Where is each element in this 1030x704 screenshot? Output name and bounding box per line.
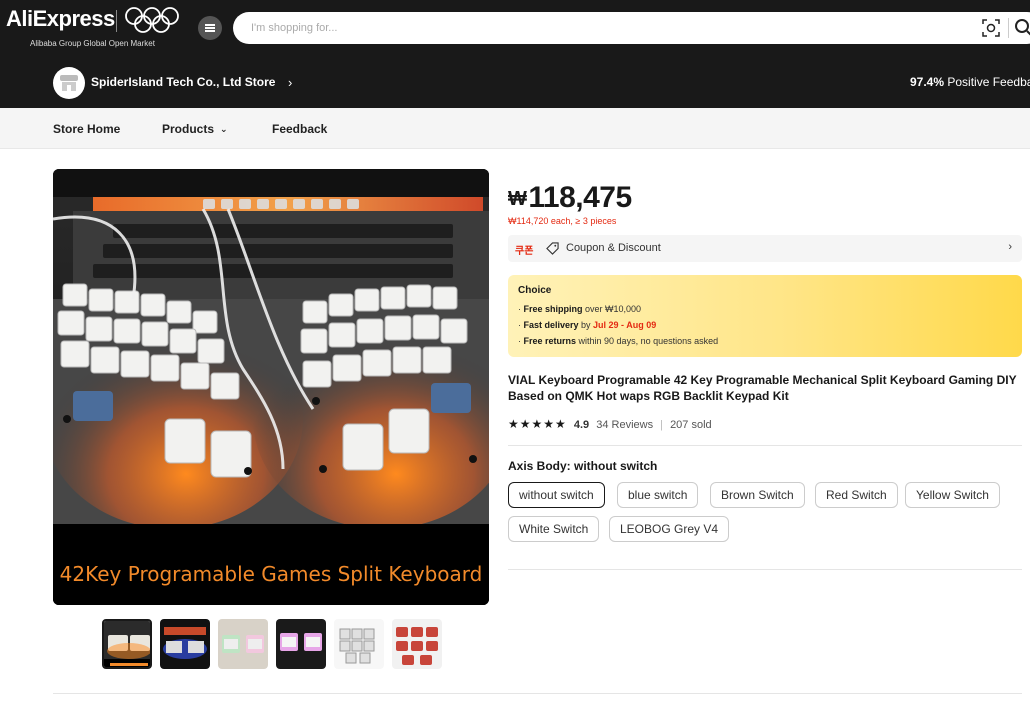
- coupon-badge: 쿠폰: [515, 246, 534, 257]
- choice-free-returns: · Free returns within 90 days, no questi…: [518, 336, 719, 346]
- option-yellow-switch[interactable]: Yellow Switch: [905, 482, 1000, 508]
- coupon-label: Coupon & Discount: [566, 242, 661, 254]
- info-divider: [508, 445, 1022, 446]
- chevron-down-icon: ⌄: [220, 124, 228, 134]
- variant-label: Axis Body: without switch: [508, 459, 658, 473]
- main-product-image[interactable]: 42Key Programable Games Split Keyboard: [53, 169, 489, 605]
- search-separator: [1008, 18, 1009, 38]
- rating-row: ★★★★★ 4.9 34 Reviews | 207 sold: [508, 417, 712, 431]
- free-returns-detail: within 90 days, no questions asked: [576, 336, 719, 346]
- choice-title: Choice: [518, 285, 552, 296]
- star-rating-icon: ★★★★★: [508, 417, 567, 431]
- tag-icon: [546, 242, 559, 255]
- option-blue-switch[interactable]: blue switch: [617, 482, 699, 508]
- thumbnail-2[interactable]: [160, 619, 210, 669]
- logo-subtitle: Alibaba Group Global Open Market: [30, 39, 155, 48]
- reviews-link[interactable]: 34 Reviews: [596, 419, 653, 431]
- bulk-price: ₩114,720 each, ≥ 3 pieces: [508, 216, 617, 226]
- store-avatar[interactable]: [53, 67, 85, 99]
- product-title: VIAL Keyboard Programable 42 Key Program…: [508, 373, 1017, 403]
- sold-count: 207 sold: [670, 419, 712, 431]
- free-shipping-label: Free shipping: [523, 304, 583, 314]
- option-leobog-grey-v4[interactable]: LEOBOG Grey V4: [609, 516, 730, 542]
- store-nav: Store Home Products ⌄ Feedback: [0, 108, 1030, 149]
- olympic-rings-icon: [125, 7, 179, 33]
- option-red-switch[interactable]: Red Switch: [815, 482, 898, 508]
- logo-divider: [116, 10, 117, 32]
- thumbnail-3[interactable]: [218, 619, 268, 669]
- thumbnail-5[interactable]: [334, 619, 384, 669]
- feedback-percentage: 97.4%: [910, 75, 945, 89]
- price-value: 118,475: [528, 181, 632, 214]
- keyboard-photo: 42Key Programable Games Split Keyboard: [53, 169, 489, 605]
- chevron-right-icon[interactable]: ›: [288, 75, 292, 90]
- store-bar: SpiderIsland Tech Co., Ltd Store › 97.4%…: [0, 56, 1030, 108]
- option-without-switch[interactable]: without switch: [508, 482, 605, 508]
- section-divider: [53, 693, 1022, 694]
- nav-feedback[interactable]: Feedback: [272, 122, 327, 136]
- choice-benefits[interactable]: Choice · Free shipping over ₩10,000 · Fa…: [508, 275, 1022, 357]
- fast-delivery-label: Fast delivery: [523, 320, 579, 330]
- options-divider: [508, 569, 1022, 570]
- nav-products[interactable]: Products ⌄: [162, 122, 228, 136]
- product-price: ₩118,475: [508, 181, 632, 215]
- nav-products-label: Products: [162, 122, 215, 136]
- delivery-date-range: Jul 29 - Aug 09: [593, 320, 657, 330]
- rating-value: 4.9: [573, 419, 590, 431]
- positive-feedback: 97.4% Positive Feedba: [910, 75, 1030, 89]
- thumbnail-1[interactable]: [102, 619, 152, 669]
- thumbnail-6[interactable]: [392, 619, 442, 669]
- free-shipping-detail: over ₩10,000: [582, 304, 642, 314]
- aliexpress-logo[interactable]: AliExpress: [6, 6, 115, 32]
- coupon-discount-bar[interactable]: 쿠폰 Coupon & Discount ›: [508, 235, 1022, 262]
- store-name-link[interactable]: SpiderIsland Tech Co., Ltd Store: [91, 75, 275, 89]
- nav-store-home[interactable]: Store Home: [53, 122, 120, 136]
- search-input[interactable]: [233, 12, 1030, 44]
- top-header: AliExpress Alibaba Group Global Open Mar…: [0, 0, 1030, 56]
- option-brown-switch[interactable]: Brown Switch: [710, 482, 805, 508]
- thumbnail-4[interactable]: [276, 619, 326, 669]
- option-white-switch[interactable]: White Switch: [508, 516, 600, 542]
- choice-free-shipping: · Free shipping over ₩10,000: [518, 304, 642, 314]
- menu-icon[interactable]: [198, 16, 222, 40]
- currency-symbol: ₩: [508, 188, 527, 210]
- rating-separator: |: [660, 419, 663, 431]
- free-returns-label: Free returns: [523, 336, 577, 346]
- image-search-icon[interactable]: [982, 19, 1000, 37]
- image-caption: 42Key Programable Games Split Keyboard: [60, 562, 483, 586]
- choice-fast-delivery: · Fast delivery by Jul 29 - Aug 09: [518, 320, 657, 330]
- fast-delivery-by: by: [578, 320, 594, 330]
- feedback-label: Positive Feedba: [947, 75, 1030, 89]
- chevron-right-icon: ›: [1008, 241, 1012, 253]
- store-icon: [60, 75, 78, 91]
- search-icon[interactable]: [1014, 18, 1030, 38]
